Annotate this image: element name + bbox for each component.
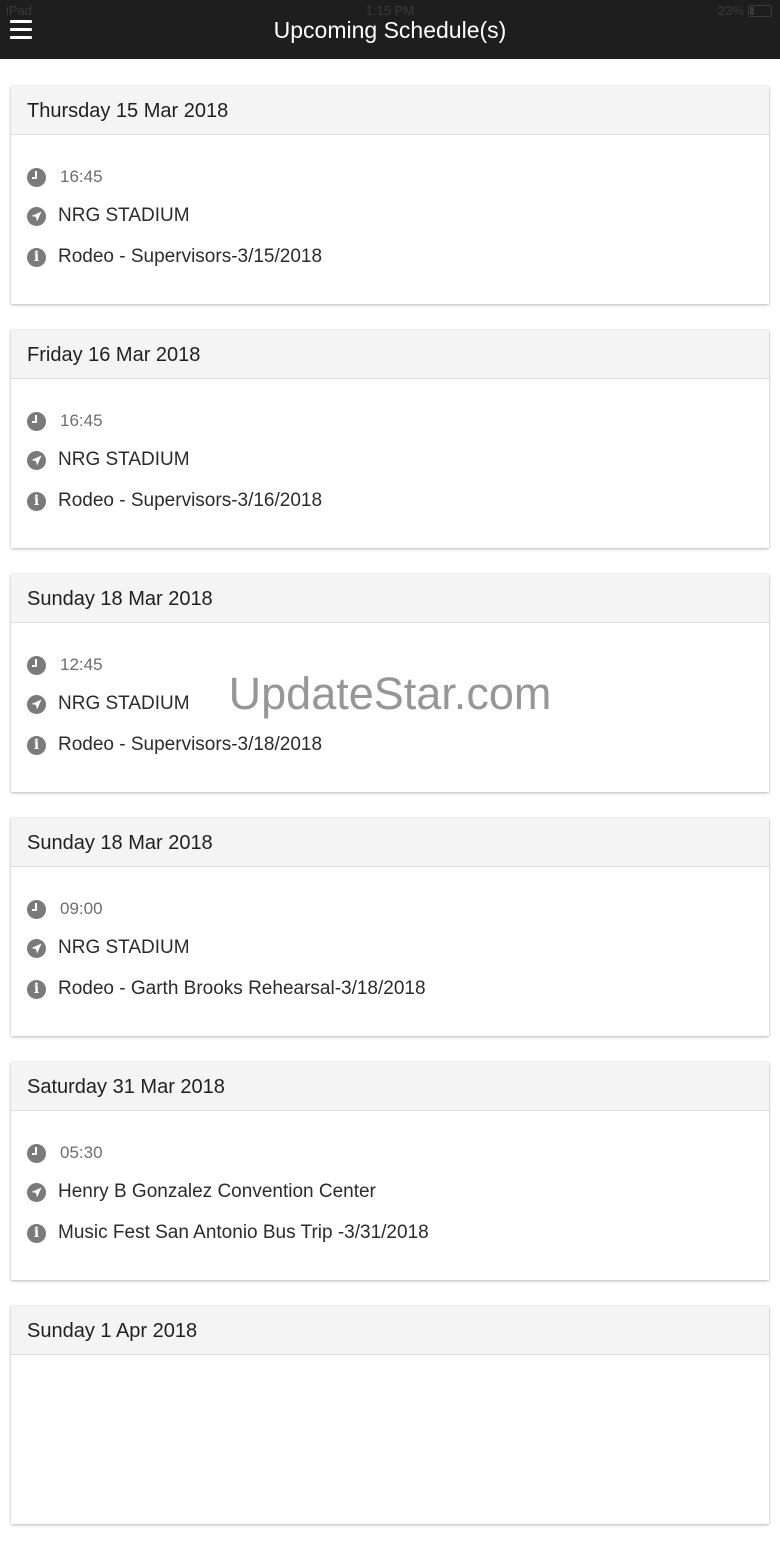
schedule-details: 05:30 Henry B Gonzalez Convention Center… — [11, 1111, 769, 1280]
navigation-arrow-icon — [27, 694, 46, 714]
status-time: 1:15 PM — [365, 3, 415, 18]
clock-icon — [27, 899, 46, 919]
schedule-location: NRG STADIUM — [58, 693, 190, 714]
schedule-time: 16:45 — [60, 167, 103, 186]
schedule-time-row: 09:00 — [27, 899, 103, 919]
schedule-event-row: i Rodeo - Supervisors-3/15/2018 — [27, 246, 322, 268]
schedule-event: Rodeo - Garth Brooks Rehearsal-3/18/2018 — [58, 978, 426, 999]
schedule-details — [11, 1355, 769, 1524]
schedule-location: NRG STADIUM — [58, 449, 190, 470]
schedule-card[interactable]: Sunday 1 Apr 2018 — [11, 1306, 769, 1524]
status-bar: iPad 1:15 PM 23% — [0, 0, 780, 20]
schedule-card[interactable]: Saturday 31 Mar 2018 05:30 Henry B Gonza… — [11, 1062, 769, 1280]
schedule-details: 16:45 NRG STADIUM i Rodeo - Supervisors-… — [11, 135, 769, 304]
schedule-location-row: NRG STADIUM — [27, 693, 190, 715]
battery-percent: 23% — [717, 3, 744, 18]
battery-icon — [748, 4, 772, 17]
schedule-event-row: i Rodeo - Garth Brooks Rehearsal-3/18/20… — [27, 978, 426, 1000]
schedule-card[interactable]: Thursday 15 Mar 2018 16:45 NRG STADIUM i… — [11, 86, 769, 304]
navigation-arrow-icon — [27, 206, 46, 226]
info-icon: i — [27, 979, 46, 999]
clock-icon — [27, 655, 46, 675]
clock-icon — [27, 1143, 46, 1163]
clock-icon — [27, 411, 46, 431]
schedule-location-row: NRG STADIUM — [27, 449, 190, 471]
schedule-event-row: i Rodeo - Supervisors-3/18/2018 — [27, 734, 322, 756]
clock-icon — [27, 167, 46, 187]
schedule-card[interactable]: Sunday 18 Mar 2018 09:00 NRG STADIUM i R… — [11, 818, 769, 1036]
schedule-time-row: 16:45 — [27, 167, 103, 187]
schedule-time: 05:30 — [60, 1143, 103, 1162]
schedule-time: 12:45 — [60, 655, 103, 674]
schedule-location: Henry B Gonzalez Convention Center — [58, 1181, 376, 1202]
schedule-time: 16:45 — [60, 411, 103, 430]
info-icon: i — [27, 491, 46, 511]
info-icon: i — [27, 735, 46, 755]
schedule-event: Rodeo - Supervisors-3/18/2018 — [58, 734, 323, 755]
schedule-event: Rodeo - Supervisors-3/15/2018 — [58, 246, 323, 267]
schedule-details: 16:45 NRG STADIUM i Rodeo - Supervisors-… — [11, 379, 769, 548]
schedule-location: NRG STADIUM — [58, 205, 190, 226]
info-icon: i — [27, 247, 46, 267]
schedule-location-row: NRG STADIUM — [27, 937, 190, 959]
schedule-location-row: NRG STADIUM — [27, 205, 190, 227]
schedule-time-row: 16:45 — [27, 411, 103, 431]
schedule-card[interactable]: Friday 16 Mar 2018 16:45 NRG STADIUM i R… — [11, 330, 769, 548]
schedule-event: Rodeo - Supervisors-3/16/2018 — [58, 490, 323, 511]
battery-status: 23% — [718, 3, 772, 18]
schedule-date: Sunday 18 Mar 2018 — [11, 574, 769, 623]
schedule-date: Thursday 15 Mar 2018 — [11, 86, 769, 135]
schedule-date: Sunday 18 Mar 2018 — [11, 818, 769, 867]
schedule-location-row: Henry B Gonzalez Convention Center — [27, 1181, 376, 1203]
page-title: Upcoming Schedule(s) — [273, 17, 507, 43]
schedule-time: 09:00 — [60, 899, 103, 918]
schedule-date: Friday 16 Mar 2018 — [11, 330, 769, 379]
schedule-list: Thursday 15 Mar 2018 16:45 NRG STADIUM i… — [0, 86, 780, 1550]
schedule-event-row: i Rodeo - Supervisors-3/16/2018 — [27, 490, 322, 512]
schedule-event: Music Fest San Antonio Bus Trip -3/31/20… — [58, 1222, 429, 1243]
schedule-card[interactable]: Sunday 18 Mar 2018 12:45 NRG STADIUM i R… — [11, 574, 769, 792]
schedule-event-row: i Music Fest San Antonio Bus Trip -3/31/… — [27, 1222, 429, 1244]
schedule-time-row: 05:30 — [27, 1143, 103, 1163]
schedule-details: 09:00 NRG STADIUM i Rodeo - Garth Brooks… — [11, 867, 769, 1036]
schedule-time-row: 12:45 — [27, 655, 103, 675]
navigation-arrow-icon — [27, 1182, 46, 1202]
schedule-details: 12:45 NRG STADIUM i Rodeo - Supervisors-… — [11, 623, 769, 792]
navigation-arrow-icon — [27, 938, 46, 958]
schedule-location: NRG STADIUM — [58, 937, 190, 958]
info-icon: i — [27, 1223, 46, 1243]
schedule-date: Saturday 31 Mar 2018 — [11, 1062, 769, 1111]
navigation-arrow-icon — [27, 450, 46, 470]
schedule-date: Sunday 1 Apr 2018 — [11, 1306, 769, 1355]
